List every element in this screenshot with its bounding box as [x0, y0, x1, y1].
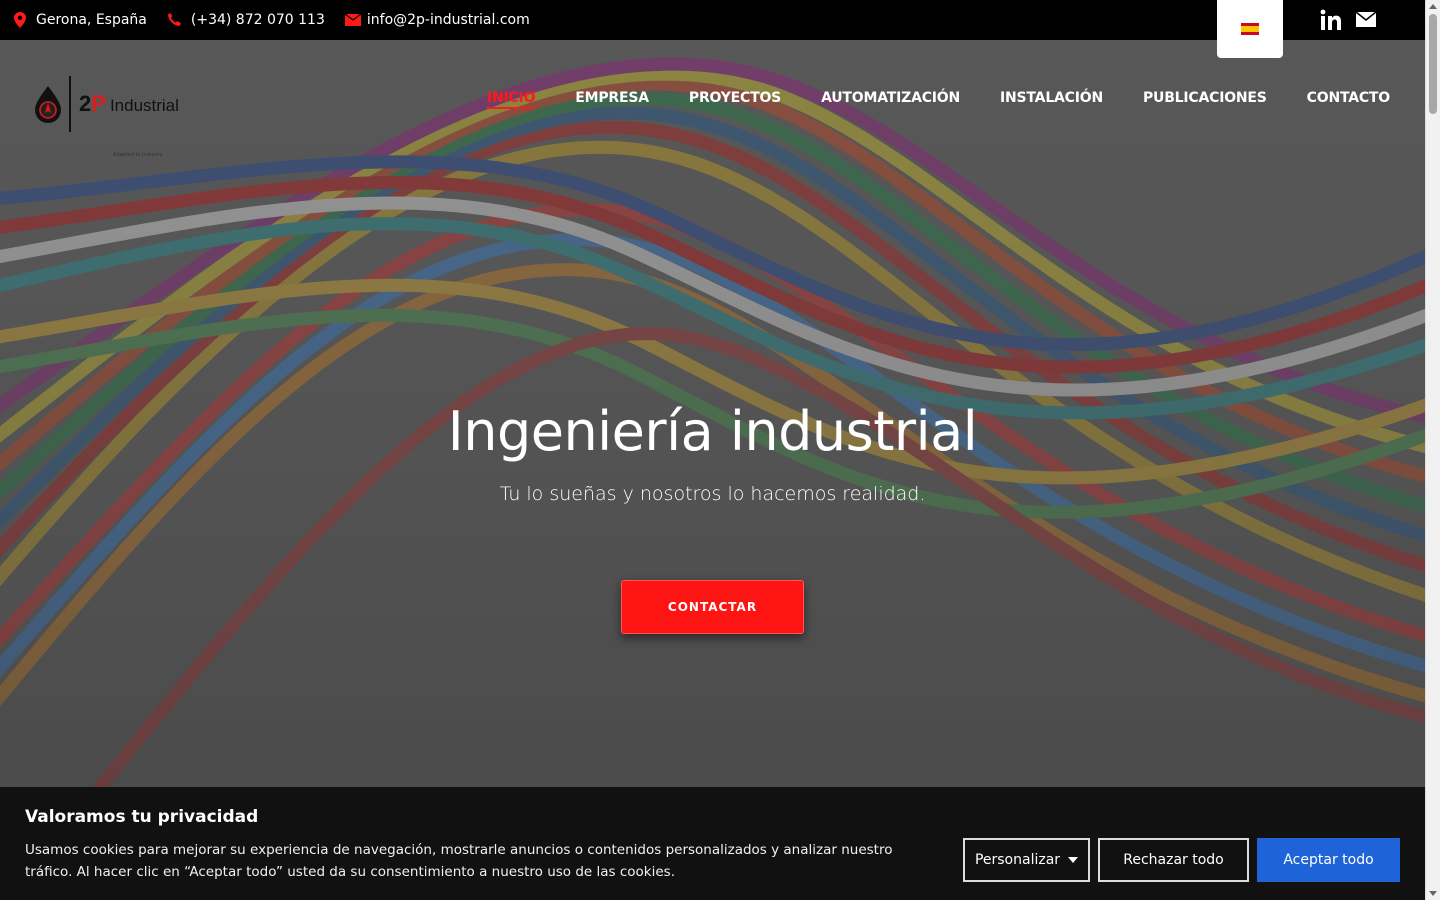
hero-section: 2P Industrial Adapted to Industry INICIO … [0, 40, 1425, 787]
scroll-down-arrow-icon[interactable] [1429, 891, 1437, 896]
mail-icon[interactable] [1356, 12, 1376, 27]
envelope-icon [344, 14, 361, 26]
language-selector[interactable] [1217, 0, 1283, 58]
nav-item-instalacion[interactable]: INSTALACIÓN [1000, 90, 1103, 109]
phone-info[interactable]: (+34) 872 070 113 [167, 12, 325, 28]
logo-letter: P [91, 91, 106, 116]
mail-link[interactable] [1356, 12, 1376, 27]
scrollbar-thumb[interactable] [1429, 14, 1437, 114]
hero-title: Ingeniería industrial [447, 400, 978, 463]
cookie-text: Usamos cookies para mejorar su experienc… [25, 842, 893, 880]
spain-flag-icon[interactable] [1241, 23, 1259, 35]
company-logo[interactable]: 2P Industrial Adapted to Industry [33, 76, 179, 158]
nav-item-empresa[interactable]: EMPRESA [575, 90, 649, 109]
cookie-title: Valoramos tu privacidad [25, 807, 259, 827]
customize-button[interactable]: Personalizar [963, 838, 1090, 882]
location-pin-icon [14, 12, 26, 28]
caret-down-icon [1068, 857, 1079, 863]
logo-text: 2P Industrial [79, 91, 179, 117]
nav-item-proyectos[interactable]: PROYECTOS [689, 90, 781, 109]
email-text[interactable]: info@2p-industrial.com [367, 12, 530, 28]
accept-all-button[interactable]: Aceptar todo [1257, 838, 1400, 882]
logo-number: 2 [79, 91, 92, 116]
linkedin-link[interactable] [1320, 9, 1342, 31]
phone-icon [167, 13, 181, 26]
logo-divider [69, 76, 71, 132]
top-bar: Gerona, España (+34) 872 070 113 info@2p… [0, 0, 1425, 40]
hero-subtitle: Tu lo sueñas y nosotros lo hacemos reali… [499, 483, 926, 505]
main-navigation: INICIO EMPRESA PROYECTOS AUTOMATIZACIÓN … [447, 90, 1390, 109]
location-info: Gerona, España [14, 12, 147, 28]
phone-text[interactable]: (+34) 872 070 113 [191, 12, 325, 28]
cookie-consent-banner: Valoramos tu privacidad Usamos cookies p… [0, 787, 1425, 900]
nav-item-automatizacion[interactable]: AUTOMATIZACIÓN [821, 90, 960, 109]
page-scrollbar[interactable] [1425, 0, 1440, 900]
linkedin-icon[interactable] [1320, 9, 1342, 31]
contact-cta-button[interactable]: CONTACTAR [621, 580, 804, 634]
reject-all-button[interactable]: Rechazar todo [1098, 838, 1249, 882]
email-info[interactable]: info@2p-industrial.com [344, 12, 530, 28]
nav-item-contacto[interactable]: CONTACTO [1307, 90, 1391, 109]
nav-item-inicio[interactable]: INICIO [486, 90, 535, 109]
nav-item-publicaciones[interactable]: PUBLICACIONES [1143, 90, 1267, 109]
logo-mark-icon [35, 86, 61, 123]
customize-label: Personalizar [974, 852, 1061, 868]
scroll-up-arrow-icon[interactable] [1429, 4, 1437, 9]
logo-name: Industrial [109, 96, 179, 115]
location-text: Gerona, España [36, 12, 147, 28]
logo-tagline: Adapted to Industry [113, 152, 163, 158]
